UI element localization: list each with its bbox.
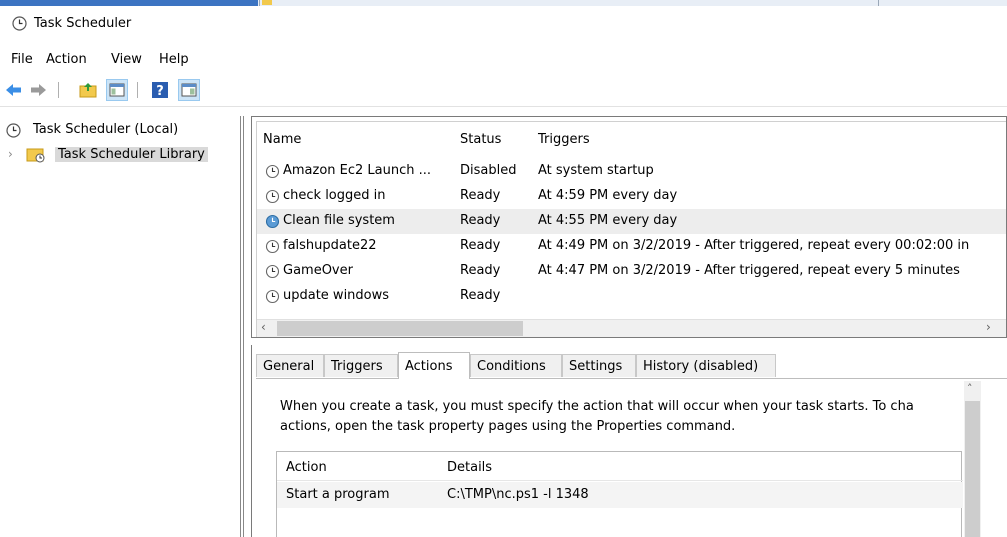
actions-description: When you create a task, you must specify…: [280, 397, 965, 437]
tab-history[interactable]: History (disabled): [636, 354, 776, 377]
scroll-up-arrow-icon[interactable]: ˄: [967, 382, 973, 395]
task-name: falshupdate22: [283, 238, 377, 253]
back-arrow-icon[interactable]: [3, 79, 25, 101]
tab-actions[interactable]: Actions: [398, 352, 470, 379]
title-bar: Task Scheduler: [0, 8, 1007, 40]
scroll-left-arrow-icon[interactable]: ‹: [261, 320, 266, 334]
show-hide-console-tree-icon[interactable]: [106, 79, 128, 101]
actions-table: Action Details Start a program C:\TMP\nc…: [276, 451, 963, 537]
horizontal-scroll-thumb[interactable]: [277, 321, 523, 336]
task-scheduler-clock-icon: [12, 16, 27, 31]
svg-text:?: ?: [156, 84, 164, 99]
scroll-right-arrow-icon[interactable]: ›: [986, 320, 991, 334]
top-divider-right: [878, 0, 879, 6]
task-name: check logged in: [283, 188, 386, 203]
task-name: GameOver: [283, 263, 353, 278]
task-status: Ready: [460, 263, 501, 278]
top-divider: [259, 0, 260, 6]
task-clock-icon: [265, 289, 280, 304]
table-row[interactable]: Amazon Ec2 Launch ... Disabled At system…: [257, 159, 1006, 184]
console-tree: Task Scheduler (Local) › Task Scheduler …: [0, 116, 240, 537]
table-row[interactable]: update windows Ready: [257, 284, 1006, 309]
task-triggers: At system startup: [538, 163, 654, 178]
vertical-scrollbar[interactable]: ˄: [964, 381, 981, 537]
task-clock-icon: [265, 189, 280, 204]
table-row[interactable]: Start a program C:\TMP\nc.ps1 -l 1348: [277, 482, 963, 508]
task-clock-icon: [265, 214, 280, 229]
task-name: update windows: [283, 288, 390, 303]
task-status: Ready: [460, 288, 501, 303]
task-status: Ready: [460, 213, 501, 228]
task-status: Ready: [460, 238, 501, 253]
tab-conditions-label: Conditions: [477, 359, 546, 374]
table-row-selected[interactable]: Clean file system Ready At 4:55 PM every…: [257, 209, 1006, 234]
menu-action[interactable]: Action: [46, 52, 87, 67]
task-list-inner: Name Status Triggers Amazon Ec2 Launch .…: [256, 121, 1006, 337]
column-header-name[interactable]: Name: [263, 132, 301, 147]
tab-settings[interactable]: Settings: [562, 354, 636, 377]
menu-file[interactable]: File: [11, 52, 33, 67]
task-status: Ready: [460, 188, 501, 203]
help-icon[interactable]: ?: [149, 79, 171, 101]
top-strip: [0, 0, 1007, 6]
toolbar-separator: [58, 82, 59, 98]
tab-baseline: [256, 378, 1007, 379]
task-list: Name Status Triggers Amazon Ec2 Launch .…: [251, 116, 1007, 338]
task-triggers: At 4:55 PM every day: [538, 213, 678, 228]
chevron-right-icon[interactable]: ›: [8, 147, 13, 161]
vertical-scroll-thumb[interactable]: [965, 401, 980, 537]
tab-general[interactable]: General: [256, 354, 324, 377]
actions-description-line2: actions, open the task property pages us…: [280, 419, 736, 434]
menu-help[interactable]: Help: [159, 52, 189, 67]
forward-arrow-icon[interactable]: [27, 79, 49, 101]
tab-general-label: General: [263, 359, 315, 374]
task-detail-pane: General Triggers Actions Conditions Sett…: [251, 345, 1007, 537]
toolbar-divider: [0, 106, 1007, 107]
tree-item-root-label: Task Scheduler (Local): [33, 122, 179, 137]
menu-view[interactable]: View: [111, 52, 142, 67]
column-header-triggers[interactable]: Triggers: [538, 132, 590, 147]
tree-item-library-label: Task Scheduler Library: [55, 147, 208, 162]
taskbar-selected-tab: [0, 0, 258, 6]
horizontal-scrollbar[interactable]: ‹ ›: [257, 319, 1006, 337]
task-clock-icon: [265, 239, 280, 254]
column-header-status[interactable]: Status: [460, 132, 501, 147]
column-header-details[interactable]: Details: [447, 460, 492, 475]
column-header-action[interactable]: Action: [286, 460, 327, 475]
folder-icon: [262, 0, 272, 5]
task-triggers: At 4:59 PM every day: [538, 188, 678, 203]
task-folder-icon: [26, 148, 45, 163]
task-triggers: At 4:47 PM on 3/2/2019 - After triggered…: [538, 263, 960, 278]
action-details: C:\TMP\nc.ps1 -l 1348: [447, 487, 589, 502]
action-type: Start a program: [286, 487, 390, 502]
table-row[interactable]: GameOver Ready At 4:47 PM on 3/2/2019 - …: [257, 259, 1006, 284]
tab-actions-label: Actions: [405, 359, 453, 374]
clock-icon: [6, 123, 21, 138]
tab-triggers[interactable]: Triggers: [324, 354, 398, 377]
tab-history-label: History (disabled): [643, 359, 759, 374]
tab-triggers-label: Triggers: [331, 359, 383, 374]
task-name: Clean file system: [283, 213, 395, 228]
up-folder-icon[interactable]: [77, 79, 99, 101]
task-name: Amazon Ec2 Launch ...: [283, 163, 432, 178]
window-title: Task Scheduler: [34, 16, 132, 31]
show-hide-action-pane-icon[interactable]: [178, 79, 200, 101]
actions-table-header: Action Details: [277, 452, 963, 481]
task-triggers: At 4:49 PM on 3/2/2019 - After triggered…: [538, 238, 970, 253]
tab-conditions[interactable]: Conditions: [470, 354, 562, 377]
task-clock-icon: [265, 164, 280, 179]
tab-settings-label: Settings: [569, 359, 623, 374]
toolbar: ?: [0, 76, 1007, 104]
actions-description-line1: When you create a task, you must specify…: [280, 399, 914, 414]
pane-splitter[interactable]: [240, 116, 244, 537]
task-status: Disabled: [460, 163, 517, 178]
table-row[interactable]: check logged in Ready At 4:59 PM every d…: [257, 184, 1006, 209]
task-clock-icon: [265, 264, 280, 279]
table-row[interactable]: falshupdate22 Ready At 4:49 PM on 3/2/20…: [257, 234, 1006, 259]
toolbar-separator: [137, 82, 138, 98]
